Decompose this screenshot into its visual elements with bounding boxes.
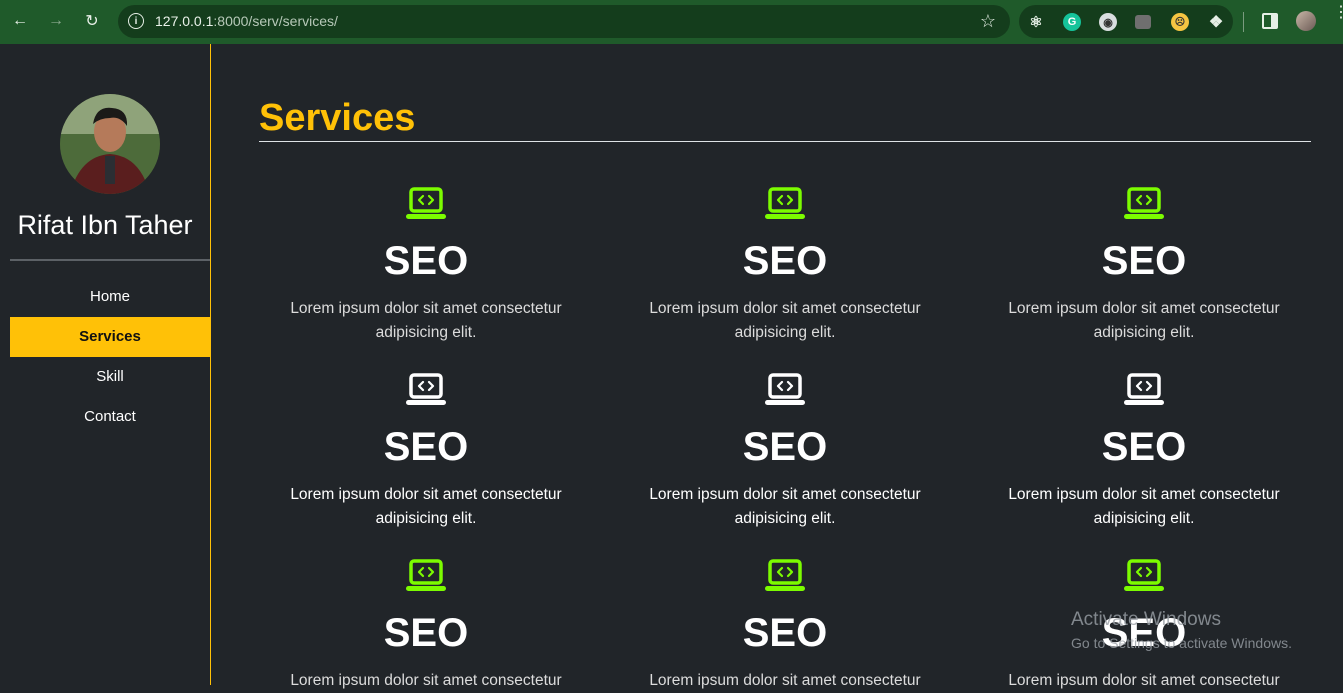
extensions-area: ⚛ G ◉ ☹ ❖ <box>1019 5 1233 38</box>
laptop-code-icon <box>1124 373 1164 405</box>
laptop-code-icon <box>1124 187 1164 219</box>
sidebar-nav: Home Services Skill Contact <box>10 277 210 437</box>
windows-activation-watermark: Activate Windows Go to Settings to activ… <box>1071 609 1292 651</box>
service-title: SEO <box>1101 425 1187 469</box>
emoji-extension-icon[interactable]: ☹ <box>1171 13 1189 31</box>
nav-item-contact[interactable]: Contact <box>10 397 210 437</box>
back-arrow-icon[interactable]: ← <box>10 11 30 31</box>
service-title: SEO <box>742 425 828 469</box>
service-description: Lorem ipsum dolor sit amet consectetur <box>649 672 921 689</box>
service-title: SEO <box>742 239 828 283</box>
address-bar[interactable]: i 127.0.0.1:8000/serv/services/ ☆ <box>118 5 1010 38</box>
puzzle-extensions-icon[interactable]: ❖ <box>1207 13 1225 31</box>
nav-item-home[interactable]: Home <box>10 277 210 317</box>
browser-toolbar: ← → ↻ i 127.0.0.1:8000/serv/services/ ☆ … <box>0 0 1343 44</box>
service-description: Lorem ipsum dolor sit amet consectetur a… <box>1008 486 1280 527</box>
laptop-code-icon <box>406 373 446 405</box>
laptop-code-icon <box>765 373 805 405</box>
camera-extension-icon[interactable] <box>1135 15 1151 29</box>
url-path: :8000/serv/services/ <box>213 13 338 29</box>
sidebar: Rifat Ibn Taher Home Services Skill Cont… <box>0 44 211 685</box>
profile-photo <box>60 94 160 194</box>
side-panel-icon[interactable] <box>1262 13 1278 29</box>
browser-menu-icon[interactable]: ⋮ <box>1333 5 1343 21</box>
url-text[interactable]: 127.0.0.1:8000/serv/services/ <box>155 13 338 29</box>
bookmark-star-icon[interactable]: ☆ <box>980 11 996 32</box>
owner-name: Rifat Ibn Taher <box>17 210 193 240</box>
service-description: Lorem ipsum dolor sit amet consectetur <box>290 672 562 689</box>
page-title: Services <box>259 97 416 139</box>
sidebar-divider <box>10 259 210 261</box>
service-description: Lorem ipsum dolor sit amet consectetur a… <box>290 486 562 527</box>
globe-extension-icon[interactable]: ◉ <box>1099 13 1117 31</box>
url-host: 127.0.0.1 <box>155 13 214 29</box>
service-title: SEO <box>742 611 828 655</box>
watermark-title: Activate Windows <box>1071 609 1221 630</box>
laptop-code-icon <box>765 559 805 591</box>
title-divider <box>259 141 1311 142</box>
service-description: Lorem ipsum dolor sit amet consectetur a… <box>290 300 562 341</box>
service-description: Lorem ipsum dolor sit amet consectetur a… <box>649 300 921 341</box>
service-title: SEO <box>383 611 469 655</box>
grammarly-icon[interactable]: G <box>1063 13 1081 31</box>
react-devtools-icon[interactable]: ⚛ <box>1027 13 1045 31</box>
service-title: SEO <box>1101 239 1187 283</box>
service-title: SEO <box>383 425 469 469</box>
site-info-icon[interactable]: i <box>128 13 144 29</box>
service-description: Lorem ipsum dolor sit amet consectetur a… <box>1008 300 1280 341</box>
nav-item-services[interactable]: Services <box>10 317 210 357</box>
main-content: Services SEO Lorem ipsum dolor sit amet … <box>259 44 1311 689</box>
service-description: Lorem ipsum dolor sit amet consectetur a… <box>649 486 921 527</box>
nav-item-skill[interactable]: Skill <box>10 357 210 397</box>
profile-avatar-icon[interactable] <box>1296 11 1316 31</box>
laptop-code-icon <box>1124 559 1164 591</box>
service-description: Lorem ipsum dolor sit amet consectetur <box>1008 672 1280 689</box>
page: Rifat Ibn Taher Home Services Skill Cont… <box>0 44 1343 689</box>
service-title: SEO <box>383 239 469 283</box>
toolbar-divider <box>1243 12 1244 32</box>
laptop-code-icon <box>406 559 446 591</box>
laptop-code-icon <box>765 187 805 219</box>
forward-arrow-icon[interactable]: → <box>46 11 66 31</box>
profile-photo-illustration <box>60 94 160 194</box>
laptop-code-icon <box>406 187 446 219</box>
reload-icon[interactable]: ↻ <box>82 11 102 31</box>
watermark-subtitle: Go to Settings to activate Windows. <box>1071 635 1292 651</box>
